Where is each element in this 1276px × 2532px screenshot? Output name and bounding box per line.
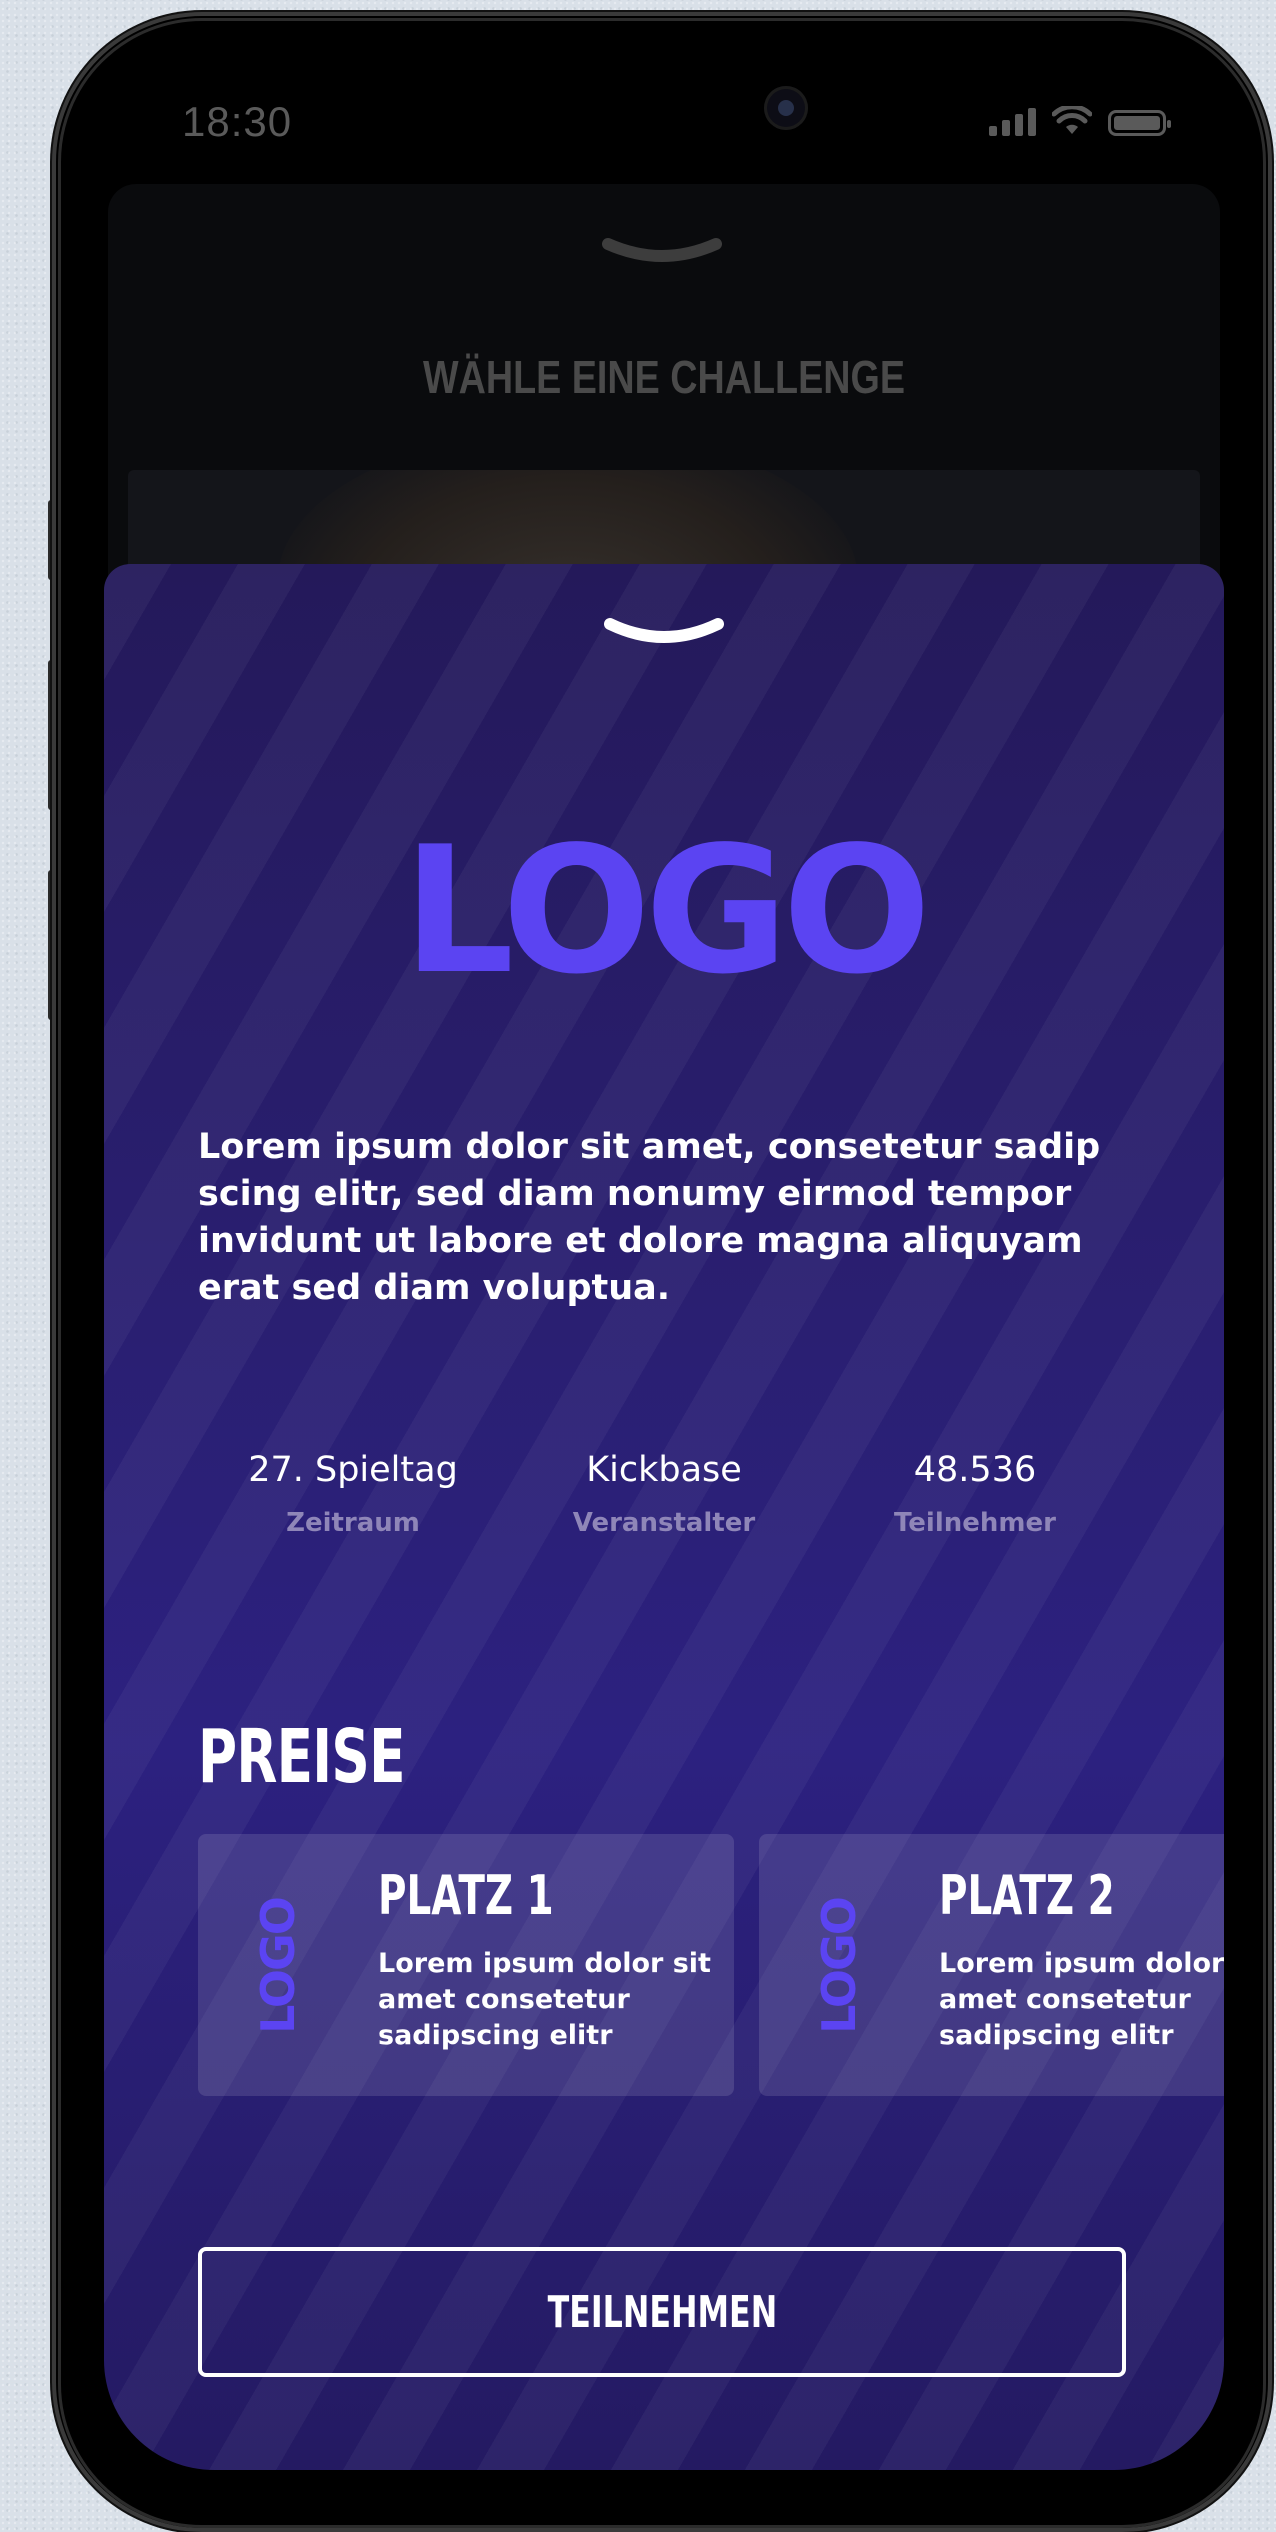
join-button-label: TEILNEHMEN (547, 2286, 777, 2338)
phone-screen: 18:30 WÄHLE EINE CHALLENGE LOGO Lorem ip… (104, 60, 1224, 2470)
front-camera (764, 86, 808, 130)
prize-text: Lorem ipsum dolor sit amet consetetur sa… (939, 1948, 1224, 2051)
stat-zeitraum: 27. Spieltag Zeitraum (198, 1450, 508, 1538)
stat-teilnehmer: 48.536 Teilnehmer (820, 1450, 1130, 1538)
status-bar: 18:30 (104, 60, 1224, 180)
status-icons (989, 106, 1171, 136)
challenge-detail-sheet: LOGO Lorem ipsum dolor sit amet, consete… (104, 564, 1224, 2470)
chevron-down-icon[interactable] (602, 614, 726, 646)
prize-title: PLATZ 2 (939, 1864, 1115, 1927)
stat-veranstalter: Kickbase Veranstalter (509, 1450, 819, 1538)
stat-value: Kickbase (586, 1450, 742, 1490)
status-time: 18:30 (182, 98, 293, 145)
chevron-down-icon[interactable] (600, 234, 724, 264)
prize-card[interactable]: LOGO PLATZ 1 Lorem ipsum dolor sit amet … (198, 1834, 734, 2096)
prize-title: PLATZ 1 (378, 1864, 554, 1927)
sheet-title: WÄHLE EINE CHALLENGE (423, 351, 905, 403)
prize-card[interactable]: LOGO PLATZ 2 Lorem ipsum dolor sit amet … (759, 1834, 1224, 2096)
challenge-stats: 27. Spieltag Zeitraum Kickbase Veranstal… (198, 1450, 1130, 1538)
prize-logo: LOGO (251, 1898, 305, 2034)
challenge-logo: LOGO (402, 810, 931, 1013)
battery-icon (1108, 110, 1171, 136)
prizes-carousel[interactable]: LOGO PLATZ 1 Lorem ipsum dolor sit amet … (198, 1834, 1224, 2096)
prize-logo: LOGO (812, 1898, 866, 2034)
prizes-heading: PREISE (198, 1714, 405, 1800)
stat-label: Veranstalter (572, 1508, 756, 1538)
join-button[interactable]: TEILNEHMEN (198, 2247, 1126, 2377)
prize-text: Lorem ipsum dolor sit amet consetetur sa… (378, 1948, 711, 2051)
cellular-signal-icon (989, 108, 1036, 136)
stat-label: Teilnehmer (894, 1508, 1056, 1538)
stat-label: Zeitraum (286, 1508, 420, 1538)
wifi-icon (1052, 106, 1092, 134)
notch (366, 60, 962, 158)
stat-value: 48.536 (913, 1450, 1037, 1490)
stat-value: 27. Spieltag (248, 1450, 458, 1490)
challenge-description: Lorem ipsum dolor sit amet, consetetur s… (198, 1127, 1101, 1308)
